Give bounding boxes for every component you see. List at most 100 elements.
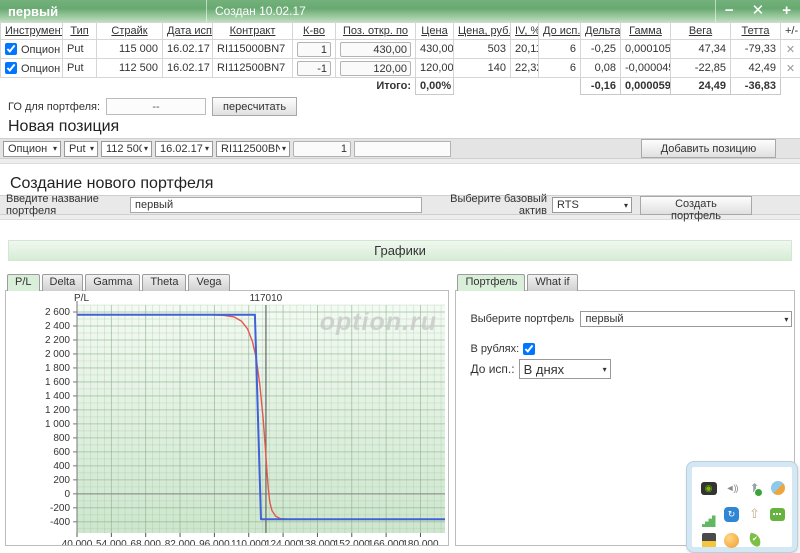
- chart-panel: option.ru2 6002 4002 2002 0001 8001 6001…: [5, 290, 449, 546]
- column-header-10[interactable]: IV, %: [511, 23, 539, 40]
- tab-theta[interactable]: Theta: [142, 274, 186, 291]
- open-price-input[interactable]: [354, 141, 451, 157]
- svg-text:1 600: 1 600: [45, 377, 70, 388]
- cell-gamma: 0,000105: [621, 40, 671, 59]
- cell-vega: -22,85: [671, 59, 731, 78]
- create-portfolio-heading: Создание нового портфеля: [10, 174, 800, 193]
- column-header-8[interactable]: Цена: [416, 23, 454, 40]
- svg-text:400: 400: [53, 461, 70, 472]
- column-header-1[interactable]: Инструмент: [1, 23, 63, 40]
- portfolio-name-label: Введите название портфеля: [0, 193, 130, 217]
- y-axis-title: P/L: [74, 293, 89, 304]
- usb-icon[interactable]: [746, 480, 763, 497]
- minimize-icon[interactable]: −: [716, 0, 743, 22]
- cell-price_rub: 503: [454, 40, 511, 59]
- days-select[interactable]: В днях▾: [519, 359, 611, 379]
- qty-input[interactable]: -1: [297, 61, 331, 76]
- qty-input[interactable]: 1: [297, 42, 331, 57]
- remove-position-icon[interactable]: ✕: [786, 44, 795, 56]
- tab-what-if[interactable]: What if: [527, 274, 577, 291]
- svg-text:200: 200: [53, 475, 70, 486]
- add-icon[interactable]: +: [773, 0, 800, 22]
- go-value: --: [106, 98, 206, 115]
- svg-text:152 000: 152 000: [334, 539, 371, 545]
- remote-app-icon[interactable]: [724, 507, 739, 522]
- paint-icon[interactable]: [724, 533, 739, 548]
- signal-icon[interactable]: [702, 514, 716, 527]
- portfolio-window: первый Создан 10.02.17 − ✕ + ИнструментТ…: [0, 0, 800, 164]
- settings-tabs: ПортфельWhat if: [455, 274, 795, 291]
- instrument-label: Опцион: [21, 63, 60, 75]
- volume-icon[interactable]: [723, 480, 740, 497]
- column-header-6[interactable]: К-во: [293, 23, 336, 40]
- svg-text:0: 0: [64, 489, 70, 500]
- cell-strike: 112 500: [97, 59, 163, 78]
- cell-strike: 115 000: [97, 40, 163, 59]
- position-checkbox[interactable]: [5, 43, 17, 55]
- column-header-2[interactable]: Тип: [63, 23, 97, 40]
- column-header-9[interactable]: Цена, руб.: [454, 23, 511, 40]
- column-header-11[interactable]: До исп.: [539, 23, 581, 40]
- base-asset-label: Выберите базовый актив: [440, 193, 552, 217]
- cell-type: Put: [63, 40, 97, 59]
- create-portfolio-button[interactable]: Создать портфель: [640, 196, 752, 215]
- portfolio-title: первый: [0, 4, 206, 19]
- chevron-down-icon: ▾: [603, 365, 607, 374]
- tab-vega[interactable]: Vega: [188, 274, 229, 291]
- svg-text:1 200: 1 200: [45, 405, 70, 416]
- chevron-down-icon: ▾: [784, 315, 788, 324]
- contract-select[interactable]: RI112500BN7▾: [216, 141, 290, 157]
- totals-vega: 24,49: [671, 78, 731, 95]
- scheduler-icon[interactable]: [702, 533, 716, 547]
- column-header-3[interactable]: Страйк: [97, 23, 163, 40]
- tab-p-l[interactable]: P/L: [7, 274, 40, 291]
- cell-theta: -79,33: [731, 40, 781, 59]
- row-spacer: [0, 159, 800, 164]
- tab-delta[interactable]: Delta: [42, 274, 84, 291]
- position-checkbox[interactable]: [5, 62, 17, 74]
- open_at-input[interactable]: 430,00: [340, 42, 411, 57]
- cell-open_at: 120,00: [336, 59, 416, 78]
- portfolio-name-input[interactable]: первый: [130, 197, 422, 213]
- open_at-input[interactable]: 120,00: [340, 61, 411, 76]
- column-header-12[interactable]: Дельта: [581, 23, 621, 40]
- cell-instrument: Опцион: [1, 59, 63, 78]
- svg-text:-200: -200: [50, 503, 70, 514]
- column-header-7[interactable]: Поз. откр. по: [336, 23, 416, 40]
- chevron-down-icon: ▾: [282, 144, 286, 153]
- portfolio-select[interactable]: первый▾: [580, 311, 792, 327]
- cell-iv: 20,11: [511, 40, 539, 59]
- column-header-15[interactable]: Тетта: [731, 23, 781, 40]
- windows-update-icon[interactable]: [771, 481, 785, 495]
- strike-select[interactable]: 112 500▾: [101, 141, 152, 157]
- remove-position-icon[interactable]: ✕: [786, 63, 795, 75]
- cell-price: 430,00: [416, 40, 454, 59]
- option-type-select[interactable]: Put▾: [64, 141, 98, 157]
- column-header-14[interactable]: Вега: [671, 23, 731, 40]
- cell-delta: -0,25: [581, 40, 621, 59]
- tab-портфель[interactable]: Портфель: [457, 274, 525, 291]
- messenger-icon[interactable]: [770, 508, 785, 521]
- tab-gamma[interactable]: Gamma: [85, 274, 140, 291]
- totals-theta: -36,83: [731, 78, 781, 95]
- svg-text:110 000: 110 000: [231, 539, 267, 545]
- window-header: первый Создан 10.02.17 − ✕ +: [0, 0, 800, 22]
- leaf-icon[interactable]: [747, 533, 762, 548]
- base-asset-select[interactable]: RTS▾: [552, 197, 632, 213]
- column-header-13[interactable]: Гамма: [621, 23, 671, 40]
- quantity-input[interactable]: 1: [293, 141, 351, 157]
- up-arrow-icon[interactable]: [746, 506, 763, 523]
- add-position-button[interactable]: Добавить позицию: [641, 139, 776, 158]
- table-row: ОпционPut112 50016.02.17RI112500BN7-1120…: [1, 59, 800, 78]
- recalculate-button[interactable]: пересчитать: [212, 97, 297, 116]
- close-icon[interactable]: ✕: [743, 0, 774, 22]
- rubles-checkbox[interactable]: [523, 343, 535, 355]
- expiry-select[interactable]: 16.02.17М▾: [155, 141, 213, 157]
- cell-price_rub: 140: [454, 59, 511, 78]
- nvidia-icon[interactable]: [701, 482, 717, 495]
- column-header-4[interactable]: Дата исп.: [163, 23, 213, 40]
- new-position-heading: Новая позиция: [8, 117, 800, 136]
- column-header-5[interactable]: Контракт: [213, 23, 293, 40]
- positions-table: ИнструментТипСтрайкДата исп.КонтрактК-во…: [0, 22, 800, 95]
- instrument-select[interactable]: Опцион▾: [3, 141, 61, 157]
